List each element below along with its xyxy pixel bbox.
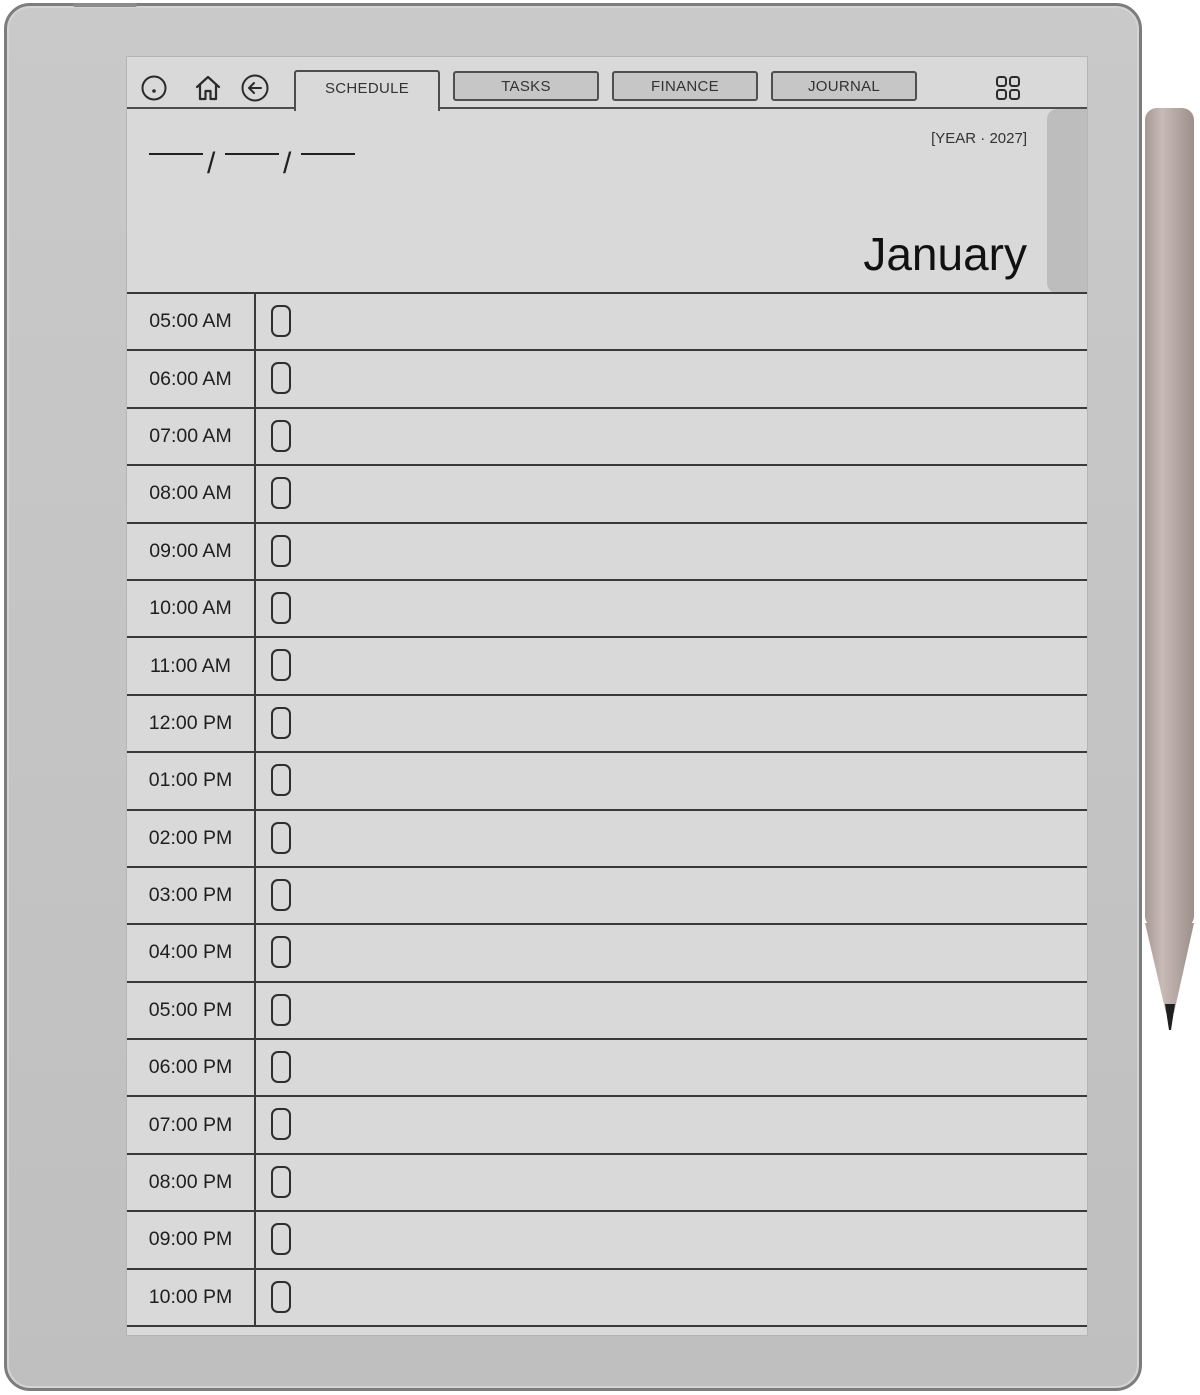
schedule-row[interactable]: 02:00 PM	[127, 810, 1087, 868]
time-label: 06:00 PM	[127, 1040, 256, 1096]
schedule-row[interactable]: 05:00 PM	[127, 982, 1087, 1041]
month-title: January	[863, 228, 1027, 280]
time-label: 07:00 AM	[127, 408, 256, 465]
schedule-row[interactable]: 04:00 PM	[127, 925, 1087, 983]
home-icon[interactable]	[193, 73, 223, 103]
time-label: 08:00 PM	[127, 1154, 256, 1211]
checkbox[interactable]	[271, 1165, 291, 1198]
tab-finance-label: FINANCE	[651, 77, 719, 95]
schedule-row[interactable]: 05:00 AM	[127, 294, 1087, 352]
checkbox[interactable]	[271, 706, 291, 739]
time-label: 07:00 PM	[127, 1097, 256, 1153]
schedule-row[interactable]: 06:00 AM	[127, 351, 1087, 409]
time-label: 02:00 PM	[127, 810, 256, 866]
date-separator: /	[207, 147, 216, 180]
time-label: 11:00 AM	[127, 638, 256, 694]
schedule-row[interactable]: 09:00 AM	[127, 523, 1087, 581]
date-month-blank[interactable]	[225, 153, 279, 155]
date-separator: /	[283, 147, 292, 180]
planner-screen: SCHEDULE TASKS FINANCE JOURNAL / / [YEAR…	[127, 57, 1087, 1335]
stylus-pen	[1145, 108, 1194, 1030]
checkbox[interactable]	[271, 1051, 291, 1084]
checkbox[interactable]	[271, 362, 291, 395]
tab-journal-label: JOURNAL	[807, 77, 881, 95]
time-label: 03:00 PM	[127, 867, 256, 924]
schedule-row[interactable]: 06:00 PM	[127, 1040, 1087, 1098]
side-scroll-tab[interactable]	[1047, 109, 1087, 293]
schedule-row[interactable]: 10:00 PM	[127, 1269, 1087, 1328]
tab-finance[interactable]: FINANCE	[612, 71, 758, 101]
tab-schedule[interactable]: SCHEDULE	[294, 70, 440, 111]
checkbox[interactable]	[271, 591, 291, 624]
checkbox[interactable]	[271, 878, 291, 911]
tab-journal[interactable]: JOURNAL	[771, 71, 917, 101]
grid-icon[interactable]	[993, 73, 1023, 103]
time-label: 01:00 PM	[127, 753, 256, 809]
tab-tasks-label: TASKS	[501, 77, 551, 95]
checkbox[interactable]	[271, 993, 291, 1026]
checkbox[interactable]	[271, 534, 291, 567]
time-label: 08:00 AM	[127, 466, 256, 522]
schedule-row[interactable]: 07:00 AM	[127, 408, 1087, 467]
schedule-row[interactable]: 07:00 PM	[127, 1097, 1087, 1155]
schedule-row[interactable]: 09:00 PM	[127, 1212, 1087, 1270]
time-label: 09:00 AM	[127, 523, 256, 579]
schedule-table: 05:00 AM 06:00 AM 07:00 AM 08:00 AM 09:00 AM…	[127, 292, 1087, 1328]
time-label: 05:00 AM	[127, 294, 256, 350]
checkbox[interactable]	[271, 477, 291, 510]
device-button	[73, 3, 137, 7]
tab-schedule-label: SCHEDULE	[324, 80, 410, 97]
circle-dot-icon[interactable]	[139, 73, 169, 103]
page-header: / / [YEAR · 2027] January	[127, 109, 1087, 293]
schedule-row[interactable]: 08:00 PM	[127, 1154, 1087, 1213]
checkbox[interactable]	[271, 1223, 291, 1256]
tab-tasks[interactable]: TASKS	[453, 71, 599, 101]
top-navigation-bar: SCHEDULE TASKS FINANCE JOURNAL	[127, 57, 1087, 111]
checkbox[interactable]	[271, 1280, 291, 1313]
time-label: 09:00 PM	[127, 1212, 256, 1268]
checkbox[interactable]	[271, 305, 291, 337]
schedule-row[interactable]: 03:00 PM	[127, 867, 1087, 926]
time-label: 04:00 PM	[127, 925, 256, 981]
checkbox[interactable]	[271, 419, 291, 452]
time-label: 05:00 PM	[127, 982, 256, 1039]
time-label: 06:00 AM	[127, 351, 256, 407]
time-label: 10:00 PM	[127, 1269, 256, 1326]
back-arrow-icon[interactable]	[240, 73, 270, 103]
checkbox[interactable]	[271, 1108, 291, 1141]
time-label: 10:00 AM	[127, 580, 256, 637]
checkbox[interactable]	[271, 936, 291, 969]
time-label: 12:00 PM	[127, 695, 256, 752]
schedule-row[interactable]: 08:00 AM	[127, 466, 1087, 524]
year-label: [YEAR · 2027]	[931, 130, 1027, 147]
checkbox[interactable]	[271, 764, 291, 797]
schedule-row[interactable]: 11:00 AM	[127, 638, 1087, 696]
date-year-blank[interactable]	[301, 153, 355, 155]
date-day-blank[interactable]	[149, 153, 203, 155]
schedule-row[interactable]: 12:00 PM	[127, 695, 1087, 754]
checkbox[interactable]	[271, 649, 291, 682]
schedule-row[interactable]: 01:00 PM	[127, 753, 1087, 811]
schedule-row[interactable]: 10:00 AM	[127, 580, 1087, 639]
checkbox[interactable]	[271, 821, 291, 854]
